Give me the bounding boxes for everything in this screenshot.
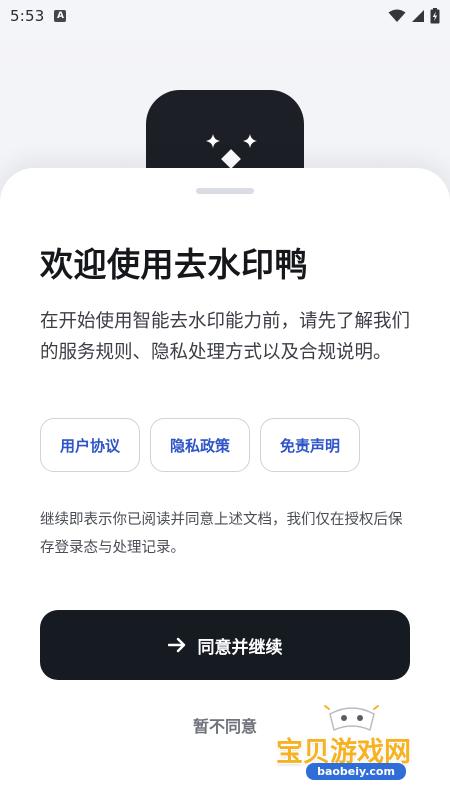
disclaimer-button[interactable]: 免责声明: [260, 418, 361, 472]
agree-continue-button[interactable]: 同意并继续: [40, 610, 410, 680]
a-icon: A: [54, 10, 67, 22]
status-time: 5:53: [10, 7, 45, 25]
status-icons: [388, 8, 440, 24]
user-agreement-button[interactable]: 用户协议: [40, 418, 141, 472]
consent-notice: 继续即表示你已阅读并同意上述文档，我们仅在授权后保存登录态与处理记录。: [40, 512, 403, 556]
gamepad-logo-icon: [324, 705, 379, 732]
battery-charging-icon: [430, 8, 440, 24]
status-bar: 5:53 A: [0, 0, 450, 32]
signal-icon: [412, 10, 424, 22]
document-links: 用户协议 隐私政策 免责声明: [40, 418, 361, 472]
page-title: 欢迎使用去水印鸭: [40, 245, 308, 284]
privacy-policy-button[interactable]: 隐私政策: [150, 418, 251, 472]
watermark: 宝贝游戏网 baobeiy.com: [262, 700, 442, 790]
sparkle-icon: [206, 134, 257, 169]
drag-handle[interactable]: [196, 188, 254, 194]
watermark-url: baobeiy.com: [306, 763, 406, 780]
agree-continue-label: 同意并继续: [197, 637, 283, 658]
intro-text: 在开始使用智能去水印能力前，请先了解我们的服务规则、隐私处理方式以及合规说明。: [40, 311, 411, 363]
arrow-right-icon: [167, 637, 185, 653]
wifi-icon: [388, 9, 406, 22]
